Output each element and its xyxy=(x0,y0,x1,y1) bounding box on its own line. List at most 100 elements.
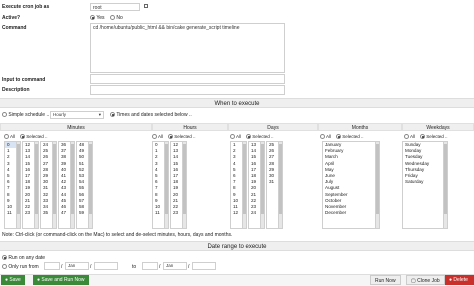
list-scrollbar[interactable] xyxy=(182,142,186,228)
list-scrollbar[interactable] xyxy=(88,142,92,228)
times-selected-option[interactable]: Times and dates selected below .. xyxy=(110,112,192,118)
active-yes-radio[interactable] xyxy=(90,15,95,20)
simple-schedule-option[interactable]: Simple schedule .. xyxy=(2,112,49,118)
minutes-selected-option[interactable]: Selected .. xyxy=(20,133,48,140)
list-scroll-thumb[interactable] xyxy=(279,144,282,214)
months-selected-option[interactable]: Selected .. xyxy=(336,133,364,140)
selection-note: Note: Ctrl-click (or command-click on th… xyxy=(2,232,233,238)
from-year-input[interactable] xyxy=(94,262,118,270)
to-slash-1: / xyxy=(159,264,161,270)
simple-schedule-value: Hourly xyxy=(53,112,67,117)
list-scroll-thumb[interactable] xyxy=(243,144,246,214)
delete-button[interactable]: ● Delete xyxy=(445,275,474,285)
simple-schedule-radio[interactable] xyxy=(2,112,7,117)
hours-selected-option[interactable]: Selected .. xyxy=(168,133,196,140)
minutes-list[interactable]: 24 25 26 27 28 29 30 31 32 33 34 35 xyxy=(40,141,57,229)
weekdays-list[interactable]: Sunday Monday Tuesday Wednesday Thursday Frid… xyxy=(402,141,448,229)
weekdays-selected-option[interactable]: Selected .. xyxy=(420,133,448,140)
times-selected-radio[interactable] xyxy=(110,112,115,117)
command-textarea[interactable]: cd /home/ubuntu/public_html && bin/cake … xyxy=(90,23,285,73)
description-input[interactable] xyxy=(90,85,285,95)
save-and-run-button[interactable]: ● Save and Run Now xyxy=(33,275,89,285)
simple-schedule-label: Simple schedule .. xyxy=(8,112,50,118)
from-slash-1: / xyxy=(61,264,63,270)
list-scroll-thumb[interactable] xyxy=(89,144,92,214)
to-month-select[interactable]: Jan xyxy=(163,262,187,270)
list-scroll-thumb[interactable] xyxy=(444,144,447,214)
list-option[interactable]: Saturday xyxy=(403,179,447,185)
list-scrollbar[interactable] xyxy=(70,142,74,228)
hours-list[interactable]: 0 1 2 3 4 5 6 7 8 9 10 11 xyxy=(152,141,169,229)
save-button[interactable]: ● Save xyxy=(1,275,25,285)
to-label: to xyxy=(132,264,137,270)
weekdays-all-option[interactable]: All xyxy=(404,133,415,140)
months-all-option[interactable]: All xyxy=(320,133,331,140)
list-scrollbar[interactable] xyxy=(375,142,379,228)
active-no-option[interactable]: No xyxy=(110,15,123,21)
days-list[interactable]: 13 14 15 16 17 18 19 20 21 22 23 24 xyxy=(248,141,265,229)
list-scroll-thumb[interactable] xyxy=(376,144,379,214)
run-now-button[interactable]: Run Now xyxy=(370,275,401,285)
list-scroll-thumb[interactable] xyxy=(17,144,20,214)
active-label: Active? xyxy=(2,15,21,21)
minutes-list[interactable]: 0 1 2 3 4 5 6 7 8 9 10 11 xyxy=(4,141,21,229)
clone-icon: ▢ xyxy=(411,278,416,284)
active-no-radio[interactable] xyxy=(110,15,115,20)
days-selected-option[interactable]: Selected .. xyxy=(246,133,274,140)
from-day-input[interactable] xyxy=(44,262,60,270)
to-year-input[interactable] xyxy=(192,262,216,270)
minutes-all-option[interactable]: All xyxy=(4,133,15,140)
to-slash-2: / xyxy=(188,264,190,270)
minutes-list[interactable]: 36 37 38 39 40 41 42 43 44 45 46 47 xyxy=(58,141,75,229)
input-textarea[interactable] xyxy=(90,74,285,84)
only-run-option[interactable]: Only run from xyxy=(2,264,39,270)
list-scrollbar[interactable] xyxy=(34,142,38,228)
range-section-title: Date range to execute xyxy=(0,241,474,251)
months-header: Months xyxy=(318,123,402,131)
list-scrollbar[interactable] xyxy=(242,142,246,228)
list-scrollbar[interactable] xyxy=(278,142,282,228)
list-scrollbar[interactable] xyxy=(443,142,447,228)
list-scroll-thumb[interactable] xyxy=(165,144,168,214)
list-scroll-thumb[interactable] xyxy=(261,144,264,214)
days-list[interactable]: 25 26 27 28 29 30 31 xyxy=(266,141,283,229)
any-date-label: Run on any date xyxy=(8,255,46,261)
minutes-list[interactable]: 48 49 50 51 52 53 54 55 56 57 58 59 xyxy=(76,141,93,229)
from-slash-2: / xyxy=(90,264,92,270)
list-scrollbar[interactable] xyxy=(16,142,20,228)
active-yes-option[interactable]: Yes xyxy=(90,15,104,21)
hours-all-option[interactable]: All xyxy=(152,133,163,140)
clone-job-button[interactable]: ▢ Clone Job xyxy=(406,275,445,285)
user-input[interactable]: root xyxy=(90,3,140,11)
days-list[interactable]: 1 2 3 4 5 6 7 8 9 10 11 12 xyxy=(230,141,247,229)
to-day-input[interactable] xyxy=(142,262,158,270)
any-date-option[interactable]: Run on any date xyxy=(2,255,45,261)
only-run-label: Only run from xyxy=(8,264,39,270)
minutes-list[interactable]: 12 13 14 15 16 17 18 19 20 21 22 23 xyxy=(22,141,39,229)
save-icon: ● xyxy=(5,277,9,283)
list-scrollbar[interactable] xyxy=(52,142,56,228)
active-yes-label: Yes xyxy=(96,15,105,21)
simple-schedule-select[interactable]: Hourly ▾ xyxy=(50,111,104,119)
list-scroll-thumb[interactable] xyxy=(71,144,74,214)
minutes-header: Minutes xyxy=(0,123,152,131)
save-run-icon: ● xyxy=(37,277,41,283)
list-option[interactable]: December xyxy=(323,210,379,216)
user-picker-icon[interactable] xyxy=(144,4,148,10)
hours-header: Hours xyxy=(152,123,228,131)
command-label: Command xyxy=(2,25,27,31)
user-label: Execute cron job as xyxy=(2,4,50,10)
description-label: Description xyxy=(2,87,30,93)
list-scroll-thumb[interactable] xyxy=(183,144,186,214)
list-scrollbar[interactable] xyxy=(260,142,264,228)
list-scroll-thumb[interactable] xyxy=(53,144,56,214)
when-section-title: When to execute xyxy=(0,98,474,108)
days-all-option[interactable]: All xyxy=(230,133,241,140)
list-scroll-thumb[interactable] xyxy=(35,144,38,214)
months-list[interactable]: January February March April May June July Augu… xyxy=(322,141,380,229)
from-month-select[interactable]: Jan xyxy=(65,262,89,270)
any-date-radio[interactable] xyxy=(2,255,7,260)
hours-list[interactable]: 12 13 14 15 16 17 18 19 20 21 22 23 xyxy=(170,141,187,229)
only-run-radio[interactable] xyxy=(2,264,7,269)
list-scrollbar[interactable] xyxy=(164,142,168,228)
